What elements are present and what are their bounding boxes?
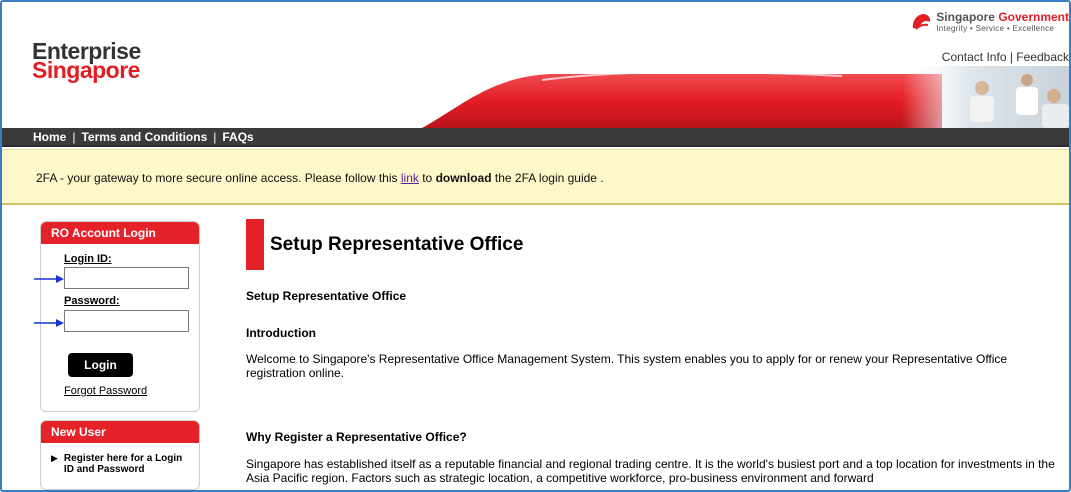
arrow-right-icon <box>34 275 64 283</box>
login-id-label: Login ID: <box>64 253 112 265</box>
section-heading: Setup Representative Office <box>246 289 407 303</box>
notice-text-after: the 2FA login guide . <box>491 171 604 185</box>
nav-terms-and-conditions[interactable]: Terms and Conditions <box>81 130 207 144</box>
introduction-heading: Introduction <box>246 326 316 340</box>
top-links: Contact Info | Feedback <box>942 50 1069 64</box>
nav-home[interactable]: Home <box>33 130 66 144</box>
page-title: Setup Representative Office <box>270 234 524 255</box>
2fa-notice: 2FA - your gateway to more secure online… <box>2 149 1069 205</box>
register-link-label: Register here for a Login ID and Passwor… <box>63 453 183 475</box>
feedback-link[interactable]: Feedback <box>1016 50 1069 64</box>
password-input[interactable] <box>64 310 189 332</box>
login-form: Login ID: Password: Login Forgot Passwor… <box>40 221 200 412</box>
new-user-panel: New User ▶ Register here for a Login ID … <box>40 420 200 490</box>
nav-separator: | <box>72 129 76 144</box>
nav-faqs[interactable]: FAQs <box>222 130 253 144</box>
gov-title: Singapore Government <box>936 10 1069 24</box>
triangle-right-icon: ▶ <box>51 453 58 463</box>
2fa-guide-link[interactable]: link <box>401 171 419 185</box>
notice-bold-download: download <box>435 171 492 185</box>
new-user-panel-title: New User <box>41 421 199 443</box>
header-banner-graphic <box>422 66 1069 128</box>
browser-frame: Enterprise Singapore Singapore Governmen… <box>0 0 1071 492</box>
login-button[interactable]: Login <box>68 353 133 377</box>
notice-text-mid: to <box>418 171 436 185</box>
register-link[interactable]: ▶ Register here for a Login ID and Passw… <box>51 453 184 475</box>
why-register-heading: Why Register a Representative Office? <box>246 430 467 444</box>
gov-tagline: Integrity • Service • Excellence <box>936 24 1055 33</box>
logo-line-2: Singapore <box>32 57 140 83</box>
lion-head-icon <box>913 14 931 30</box>
main-nav: Home | Terms and Conditions | FAQs <box>2 128 1069 147</box>
password-label: Password: <box>64 295 120 307</box>
nav-separator: | <box>213 129 217 144</box>
singapore-government-brand: Singapore Government Integrity • Service… <box>910 10 1069 33</box>
introduction-paragraph: Welcome to Singapore's Representative Of… <box>246 352 1008 380</box>
site-header: Enterprise Singapore Singapore Governmen… <box>2 2 1069 128</box>
contact-info-link[interactable]: Contact Info <box>942 50 1007 64</box>
why-register-paragraph: Singapore has established itself as a re… <box>246 457 1055 485</box>
login-id-input[interactable] <box>64 267 189 289</box>
title-accent-bar <box>246 219 264 270</box>
arrow-right-icon <box>34 319 64 327</box>
notice-text-before: 2FA - your gateway to more secure online… <box>36 171 401 185</box>
forgot-password-link[interactable]: Forgot Password <box>64 385 147 397</box>
enterprise-singapore-logo[interactable]: Enterprise Singapore <box>32 40 141 83</box>
